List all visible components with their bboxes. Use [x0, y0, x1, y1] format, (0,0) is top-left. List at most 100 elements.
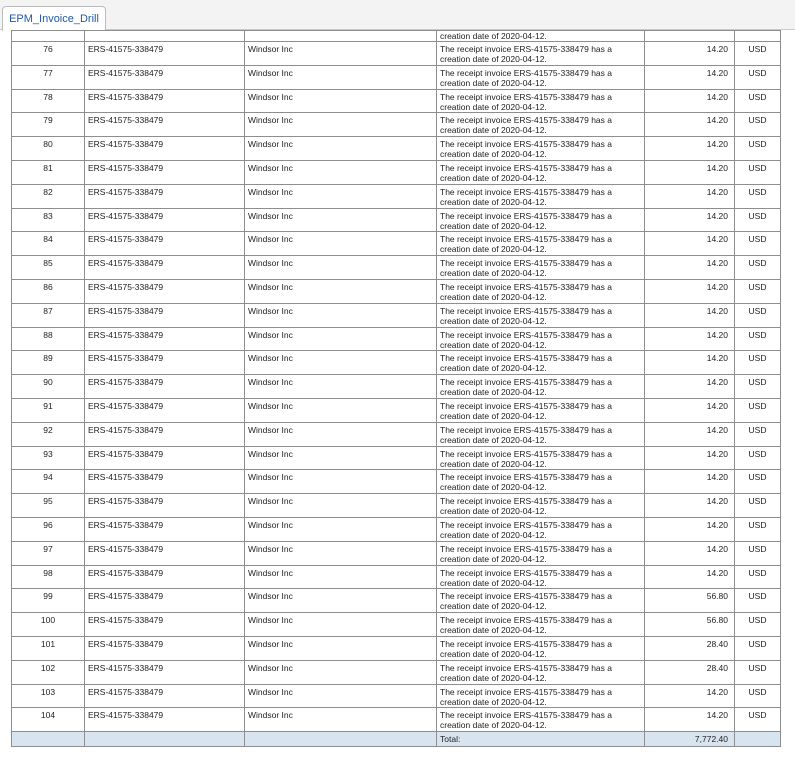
- total-row: Total: 7,772.40: [11, 731, 781, 748]
- table-row[interactable]: 103 ERS-41575-338479 Windsor Inc The receip…: [11, 683, 781, 709]
- cell-invoice: ERS-41575-338479: [84, 136, 245, 161]
- cell-num: 93: [11, 445, 85, 471]
- cell-supplier: Windsor Inc: [244, 64, 437, 90]
- cell-supplier: Windsor Inc: [244, 88, 437, 114]
- cell-invoice: ERS-41575-338479: [84, 326, 245, 352]
- table-row[interactable]: 77 ERS-41575-338479 Windsor Inc The receipt…: [11, 64, 781, 90]
- cell-invoice: ERS-41575-338479: [84, 88, 245, 114]
- table-row[interactable]: 100 ERS-41575-338479 Windsor Inc The receip…: [11, 612, 781, 637]
- description-line-1: The receipt invoice ERS-41575-338479 has…: [440, 162, 612, 173]
- cell-description: The receipt invoice ERS-41575-338479 has…: [436, 493, 645, 518]
- table-row[interactable]: 80 ERS-41575-338479 Windsor Inc The receipt…: [11, 136, 781, 161]
- table-row[interactable]: 81 ERS-41575-338479 Windsor Inc The receipt…: [11, 159, 781, 185]
- cell-amount: 28.40: [644, 635, 735, 661]
- cell-description: The receipt invoice ERS-41575-338479 has…: [436, 64, 645, 90]
- cell-amount: 14.20: [644, 445, 735, 471]
- cell-amount: 14.20: [644, 302, 735, 328]
- description-line-1: The receipt invoice ERS-41575-338479 has…: [440, 44, 612, 54]
- report-content[interactable]: creation date of 2020-04-12. 76 ERS-41575…: [0, 30, 795, 761]
- description-line-1: The receipt invoice ERS-41575-338479 has…: [440, 329, 612, 340]
- description-line-1: The receipt invoice ERS-41575-338479 has…: [440, 400, 612, 411]
- cell-invoice: ERS-41575-338479: [84, 255, 245, 280]
- cell-num: 82: [11, 183, 85, 209]
- cell-description: The receipt invoice ERS-41575-338479 has…: [436, 516, 645, 542]
- cell-invoice: ERS-41575-338479: [84, 41, 245, 66]
- table-row[interactable]: 78 ERS-41575-338479 Windsor Inc The receipt…: [11, 88, 781, 114]
- invoice-grid-body: creation date of 2020-04-12. 76 ERS-41575…: [11, 30, 781, 748]
- table-row[interactable]: 87 ERS-41575-338479 Windsor Inc The receipt…: [11, 302, 781, 328]
- invoice-grid: creation date of 2020-04-12. 76 ERS-41575…: [11, 30, 781, 748]
- tab-epm-invoice-drill[interactable]: EPM_Invoice_Drill: [2, 6, 106, 31]
- cell-num: 83: [11, 207, 85, 233]
- cell-supplier: Windsor Inc: [244, 159, 437, 185]
- table-row[interactable]: 88 ERS-41575-338479 Windsor Inc The receipt…: [11, 326, 781, 352]
- table-row[interactable]: 89 ERS-41575-338479 Windsor Inc The receipt…: [11, 350, 781, 376]
- table-row[interactable]: 97 ERS-41575-338479 Windsor Inc The receipt…: [11, 540, 781, 566]
- table-row[interactable]: 99 ERS-41575-338479 Windsor Inc The receipt…: [11, 588, 781, 614]
- cell-currency: USD: [734, 493, 781, 518]
- cell-description: The receipt invoice ERS-41575-338479 has…: [436, 278, 645, 304]
- description-line-2: creation date of 2020-04-12.: [440, 339, 547, 350]
- table-row[interactable]: 82 ERS-41575-338479 Windsor Inc The receipt…: [11, 183, 781, 209]
- table-row[interactable]: 102 ERS-41575-338479 Windsor Inc The receip…: [11, 659, 781, 685]
- cell-num: 89: [11, 350, 85, 376]
- cell-num: 103: [11, 683, 85, 709]
- description-line-1: The receipt invoice ERS-41575-338479 has…: [440, 281, 612, 292]
- table-row[interactable]: 83 ERS-41575-338479 Windsor Inc The receipt…: [11, 207, 781, 233]
- table-row[interactable]: 96 ERS-41575-338479 Windsor Inc The receipt…: [11, 516, 781, 542]
- table-row[interactable]: 94 ERS-41575-338479 Windsor Inc The receipt…: [11, 469, 781, 495]
- table-row[interactable]: 98 ERS-41575-338479 Windsor Inc The receipt…: [11, 564, 781, 590]
- cell-num: 100: [11, 612, 85, 637]
- cell-currency: USD: [734, 588, 781, 614]
- table-row[interactable]: 79 ERS-41575-338479 Windsor Inc The receipt…: [11, 112, 781, 138]
- table-row[interactable]: 84 ERS-41575-338479 Windsor Inc The receipt…: [11, 231, 781, 257]
- cell-description: The receipt invoice ERS-41575-338479 has…: [436, 612, 645, 637]
- description-line-2: creation date of 2020-04-12.: [440, 196, 547, 207]
- cell-num: 101: [11, 635, 85, 661]
- cell-supplier: [244, 30, 437, 42]
- cell-num: 99: [11, 588, 85, 614]
- cell-description: The receipt invoice ERS-41575-338479 has…: [436, 302, 645, 328]
- cell-currency: USD: [734, 683, 781, 709]
- cell-num: 79: [11, 112, 85, 138]
- description-line-2: creation date of 2020-04-12.: [440, 458, 547, 469]
- cell-invoice: ERS-41575-338479: [84, 183, 245, 209]
- cell-currency: USD: [734, 707, 781, 733]
- description-line-1: The receipt invoice ERS-41575-338479 has…: [440, 67, 612, 78]
- cell-invoice: ERS-41575-338479: [84, 683, 245, 709]
- table-row[interactable]: 95 ERS-41575-338479 Windsor Inc The receipt…: [11, 493, 781, 518]
- cell-amount: [644, 30, 735, 42]
- table-row[interactable]: 86 ERS-41575-338479 Windsor Inc The receipt…: [11, 278, 781, 304]
- cell-amount: 14.20: [644, 88, 735, 114]
- table-row[interactable]: 85 ERS-41575-338479 Windsor Inc The receipt…: [11, 255, 781, 280]
- cell-num: 98: [11, 564, 85, 590]
- description-line-1: The receipt invoice ERS-41575-338479 has…: [440, 591, 612, 602]
- table-row[interactable]: 91 ERS-41575-338479 Windsor Inc The receipt…: [11, 397, 781, 423]
- table-row[interactable]: 93 ERS-41575-338479 Windsor Inc The receipt…: [11, 445, 781, 471]
- cell-num: 86: [11, 278, 85, 304]
- cell-num: 97: [11, 540, 85, 566]
- description-line-2: creation date of 2020-04-12.: [440, 648, 547, 659]
- cell-invoice: ERS-41575-338479: [84, 421, 245, 447]
- cell-amount: 56.80: [644, 612, 735, 637]
- table-row[interactable]: 90 ERS-41575-338479 Windsor Inc The receipt…: [11, 374, 781, 399]
- cell-supplier: [244, 731, 437, 748]
- cell-supplier: Windsor Inc: [244, 183, 437, 209]
- cell-supplier: Windsor Inc: [244, 564, 437, 590]
- cell-invoice: ERS-41575-338479: [84, 635, 245, 661]
- tab-bar: EPM_Invoice_Drill: [0, 0, 795, 31]
- cell-invoice: ERS-41575-338479: [84, 302, 245, 328]
- cell-description: The receipt invoice ERS-41575-338479 has…: [436, 326, 645, 352]
- cell-supplier: Windsor Inc: [244, 231, 437, 257]
- cell-num: 87: [11, 302, 85, 328]
- table-row[interactable]: 76 ERS-41575-338479 Windsor Inc The receipt…: [11, 41, 781, 66]
- cell-invoice: ERS-41575-338479: [84, 374, 245, 399]
- table-row[interactable]: 104 ERS-41575-338479 Windsor Inc The receip…: [11, 707, 781, 733]
- table-row[interactable]: 92 ERS-41575-338479 Windsor Inc The receipt…: [11, 421, 781, 447]
- description-line-1: The receipt invoice ERS-41575-338479 has…: [440, 519, 612, 530]
- cell-description: The receipt invoice ERS-41575-338479 has…: [436, 159, 645, 185]
- cell-description: The receipt invoice ERS-41575-338479 has…: [436, 659, 645, 685]
- total-amount: 7,772.40: [644, 731, 735, 748]
- table-row[interactable]: 101 ERS-41575-338479 Windsor Inc The receip…: [11, 635, 781, 661]
- cell-num: 90: [11, 374, 85, 399]
